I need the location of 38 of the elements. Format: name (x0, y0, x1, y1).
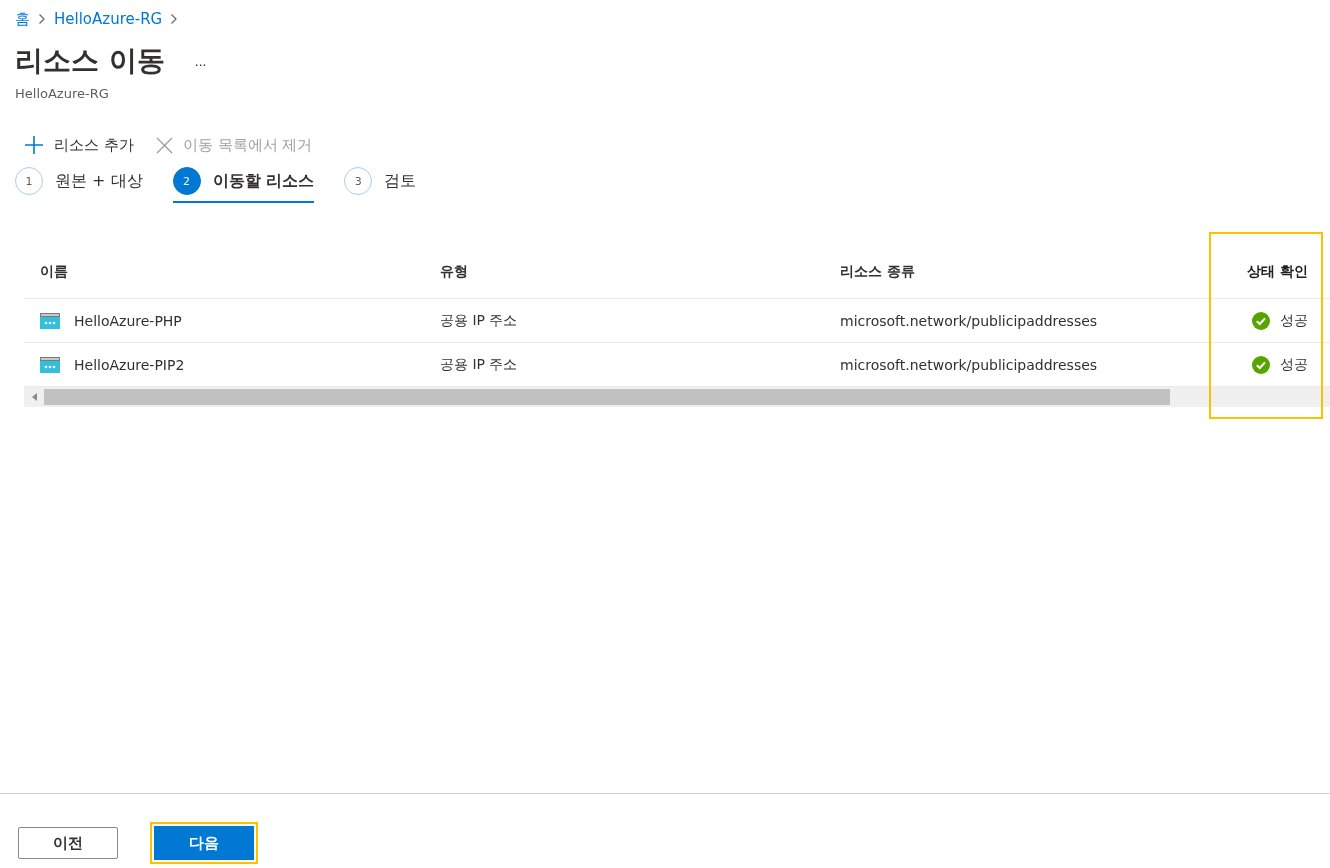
column-header[interactable]: 유형 (424, 262, 824, 281)
wizard-step-tab[interactable]: 3 검토 (344, 167, 417, 203)
step-label: 이동할 리소스 (212, 170, 315, 192)
page-title: 리소스 이동 (15, 43, 165, 79)
status-text: 성공 (1280, 311, 1308, 330)
page-subtitle: HelloAzure-RG (15, 86, 110, 101)
wizard-step-tab[interactable]: 2 이동할 리소스 (172, 167, 315, 203)
scrollbar-thumb[interactable] (44, 389, 1170, 405)
previous-button[interactable]: 이전 (18, 827, 118, 859)
step-number: 2 (172, 167, 201, 195)
table-cell-text: 공용 IP 주소 (439, 311, 519, 330)
table-cell-text: microsoft.network/publicipaddresses (839, 356, 1099, 373)
close-icon (155, 136, 173, 154)
public-ip-icon (40, 356, 60, 373)
column-header[interactable]: 이름 (24, 262, 424, 281)
plus-icon (24, 135, 44, 155)
resource-name-link[interactable]: HelloAzure-PHP (74, 312, 182, 329)
check-circle-icon (1252, 311, 1270, 330)
chevron-icon (170, 13, 179, 25)
step-label: 원본 + 대상 (55, 170, 143, 192)
more-button[interactable]: ... (190, 53, 211, 69)
breadcrumb-link[interactable]: 홈 (15, 9, 30, 29)
toolbar-button[interactable]: 리소스 추가 (24, 135, 134, 155)
status-text: 성공 (1280, 355, 1308, 374)
breadcrumb-link[interactable]: HelloAzure-RG (54, 10, 163, 28)
column-header[interactable]: 상태 확인 (1208, 262, 1330, 281)
wizard-step-tab[interactable]: 1 원본 + 대상 (15, 167, 143, 203)
table-cell-text: 공용 IP 주소 (439, 355, 519, 374)
column-header[interactable]: 리소스 종류 (824, 262, 1208, 281)
check-circle-icon (1252, 355, 1270, 374)
step-label: 검토 (384, 170, 417, 192)
next-button[interactable]: 다음 (150, 822, 258, 864)
public-ip-icon (40, 312, 60, 329)
horizontal-scrollbar[interactable] (24, 387, 1330, 407)
resource-name-link[interactable]: HelloAzure-PIP2 (74, 356, 185, 373)
table-cell-text: microsoft.network/publicipaddresses (839, 312, 1099, 329)
chevron-icon (38, 13, 46, 25)
scroll-left-icon (32, 393, 38, 401)
